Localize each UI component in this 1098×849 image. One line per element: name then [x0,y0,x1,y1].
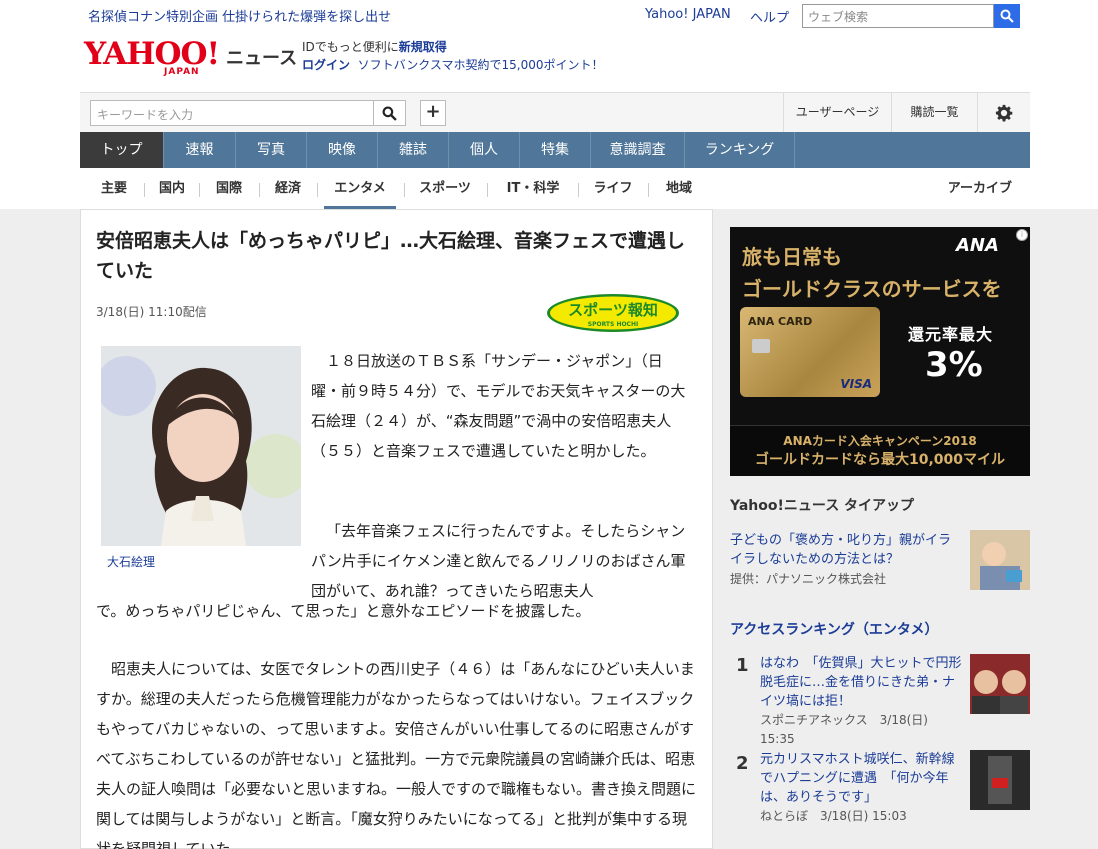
sports-hochi-logo[interactable]: スポーツ報知 SPORTS HOCHI [546,293,680,333]
divider [317,183,318,197]
web-search-button[interactable] [994,4,1020,28]
divider [144,183,145,197]
nav-survey[interactable]: 意識調査 [591,132,685,168]
add-button[interactable]: + [420,100,446,126]
article-paragraph: １８日放送のＴＢＳ系「サンデー・ジャポン」（日曜・前９時５４分）で、モデルでお天… [311,352,686,460]
main-nav: トップ 速報 写真 映像 雑誌 個人 特集 意識調査 ランキング [80,132,1030,168]
svg-text:SPORTS HOCHI: SPORTS HOCHI [588,321,638,328]
keyword-input[interactable]: キーワードを入力 [90,100,374,126]
category-main[interactable]: 主要 [90,170,138,209]
search-icon [382,106,397,121]
ana-logo: ANA [956,235,999,256]
ad-rate-label: 還元率最大 [908,325,994,344]
category-domestic[interactable]: 国内 [150,170,194,209]
archive-link[interactable]: アーカイブ [948,170,1012,208]
category-nav: 主要 国内 国際 経済 エンタメ スポーツ IT・科学 ライフ 地域 アーカイブ [80,170,1030,209]
ranking-item[interactable]: はなわ 「佐賀県」大ヒットで円形脱毛症に…金を借りにきた弟・ナイツ塙には拒！ ス… [760,654,964,749]
divider [404,183,405,197]
gold-card-image: ANA CARD VISA [740,307,880,397]
nav-personal[interactable]: 個人 [449,132,520,168]
ad-campaign: ANAカード入会キャンペーン2018 ゴールドカードなら最大10,000マイル [730,425,1030,476]
ana-card-ad[interactable]: 旅も日常も ゴールドクラスのサービスを ANA i ANA CARD VISA … [730,227,1030,476]
divider [648,183,649,197]
nav-breaking[interactable]: 速報 [164,132,236,168]
news-search-bar: キーワードを入力 + ユーザーページ 購読一覧 [80,92,1030,133]
tieup-link[interactable]: 子どもの「褒め方・叱り方」親がイライラしないための方法とは？ [730,531,958,569]
tieup-heading: Yahoo!ニュース タイアップ [730,498,915,514]
article-photo[interactable] [101,346,301,546]
yahoo-logo[interactable]: YAHOO! JAPAN [84,38,224,82]
promo-link[interactable]: 名探偵コナン特別企画 仕掛けられた爆弾を探し出せ [88,6,391,25]
nav-photo[interactable]: 写真 [236,132,307,168]
help-link[interactable]: ヘルプ [750,7,789,26]
id-promo: IDでもっと便利に新規取得 ログイン ソフトバンクスマホ契約で15,000ポイン… [302,40,604,72]
rank-number: 1 [736,655,749,676]
tieup-provider: 提供：パナソニック株式会社 [730,572,887,586]
nav-top[interactable]: トップ [80,132,164,168]
article-paragraph: 昭恵夫人については、女医でタレントの西川史子（４６）は「あんなにひどい夫人います… [96,660,697,849]
gear-icon [995,104,1013,122]
category-life[interactable]: ライフ [584,170,642,209]
keyword-search-button[interactable] [374,100,406,126]
nav-video[interactable]: 映像 [307,132,378,168]
category-sports[interactable]: スポーツ [410,170,480,209]
article: 安倍昭恵夫人は「めっちゃパリピ」…大石絵理、音楽フェスで遭遇していた 3/18(… [80,209,713,849]
article-paragraph: で。めっちゃパリピじゃん、て思った」と意外なエピソードを披露した。 [96,602,591,620]
category-economy[interactable]: 経済 [265,170,311,209]
divider [578,183,579,197]
category-local[interactable]: 地域 [654,170,704,209]
search-icon [1000,9,1014,23]
yahoo-japan-link[interactable]: Yahoo! JAPAN [645,7,731,22]
article-title: 安倍昭恵夫人は「めっちゃパリピ」…大石絵理、音楽フェスで遭遇していた [96,230,686,282]
page-header: 名探偵コナン特別企画 仕掛けられた爆弾を探し出せ Yahoo! JAPAN ヘル… [0,0,1098,209]
divider [487,183,488,197]
category-it-science[interactable]: IT・科学 [494,170,572,209]
tieup-thumbnail[interactable] [970,530,1030,590]
nav-ranking[interactable]: ランキング [685,132,795,168]
divider [199,183,200,197]
article-date: 3/18(日) 11:10配信 [96,305,207,319]
category-entertainment[interactable]: エンタメ [324,170,396,209]
login-link[interactable]: ログイン [302,58,350,72]
rank-number: 2 [736,753,749,774]
article-paragraph: 「去年音楽フェスに行ったんですよ。そしたらシャンパン片手にイケメン達と飲んでるノ… [311,522,686,600]
ad-rate-value: 3% [925,345,983,385]
softbank-promo-link[interactable]: ソフトバンクスマホ契約で15,000ポイント！ [358,58,604,72]
ranking-item[interactable]: 元カリスマホスト城咲仁、新幹線でハプニングに遭遇 「何か今年は、ありそうです」 … [760,750,964,826]
ranking-heading[interactable]: アクセスランキング（エンタメ） [730,619,1030,639]
ranking-thumbnail[interactable] [970,654,1030,714]
settings-button[interactable] [977,93,1030,133]
service-name[interactable]: ニュース [226,44,297,70]
ranking-thumbnail[interactable] [970,750,1030,810]
subscription-link[interactable]: 購読一覧 [891,93,977,133]
user-page-link[interactable]: ユーザーページ [783,93,891,133]
register-link[interactable]: 新規取得 [399,40,447,54]
divider [259,183,260,197]
portrait-image [101,346,301,546]
ad-info-icon[interactable]: i [1016,229,1028,241]
web-search-input[interactable]: ウェブ検索 [802,4,994,28]
svg-text:スポーツ報知: スポーツ報知 [568,301,658,319]
photo-caption[interactable]: 大石絵理 [107,553,155,570]
nav-magazine[interactable]: 雑誌 [378,132,449,168]
nav-feature[interactable]: 特集 [520,132,591,168]
category-international[interactable]: 国際 [204,170,254,209]
